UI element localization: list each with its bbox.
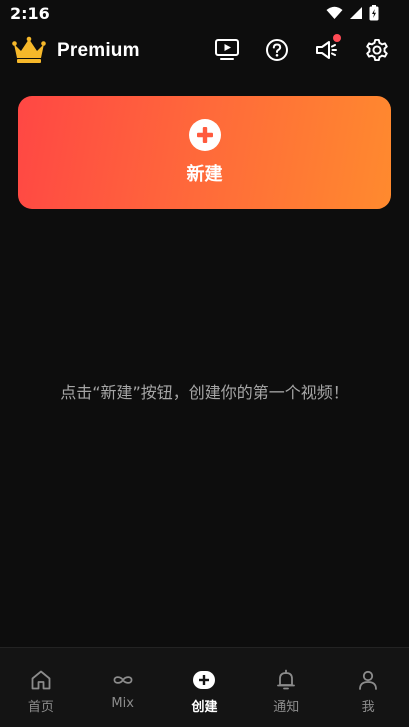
nav-label-mix: Mix (111, 696, 134, 711)
wifi-icon (326, 6, 343, 20)
infinity-icon (111, 668, 135, 692)
person-icon (356, 668, 380, 692)
create-new-button[interactable]: 新建 (18, 96, 391, 209)
plus-circle-icon (188, 118, 222, 152)
tutorial-video-button[interactable] (213, 38, 241, 66)
megaphone-icon (314, 38, 340, 66)
nav-item-mix[interactable]: Mix (82, 648, 164, 727)
status-time: 2:16 (10, 4, 50, 23)
tv-play-icon (214, 38, 240, 66)
bell-icon (274, 668, 298, 692)
plus-circle-icon (192, 668, 216, 692)
nav-item-home[interactable]: 首页 (0, 648, 82, 727)
signal-icon (349, 6, 363, 20)
home-icon (29, 668, 53, 692)
question-circle-icon (265, 38, 289, 66)
create-new-label: 新建 (186, 163, 223, 185)
notification-dot (333, 34, 341, 42)
announcements-button[interactable] (313, 34, 341, 66)
nav-label-me: 我 (361, 700, 375, 715)
nav-label-create: 创建 (191, 700, 218, 715)
nav-label-notifications: 通知 (273, 700, 300, 715)
nav-item-create[interactable]: 创建 (164, 648, 246, 727)
settings-button[interactable] (363, 38, 391, 66)
status-icons (326, 5, 379, 21)
bottom-navigation: 首页 Mix 创建 通知 我 (0, 647, 409, 727)
nav-item-me[interactable]: 我 (327, 648, 409, 727)
crown-icon[interactable] (12, 36, 46, 68)
status-bar: 2:16 (0, 0, 409, 28)
empty-state-text: 点击“新建”按钮，创建你的第一个视频！ (60, 383, 349, 402)
nav-item-notifications[interactable]: 通知 (245, 648, 327, 727)
gear-icon (364, 37, 390, 67)
premium-title[interactable]: Premium (57, 40, 140, 62)
help-button[interactable] (263, 38, 291, 66)
app-screen: 2:16 Premium 新建 点击“新建”按钮，创建你的第一个视频！ 首页 M… (0, 0, 409, 727)
nav-label-home: 首页 (27, 700, 54, 715)
battery-icon (369, 5, 379, 21)
app-header: Premium (0, 30, 409, 74)
